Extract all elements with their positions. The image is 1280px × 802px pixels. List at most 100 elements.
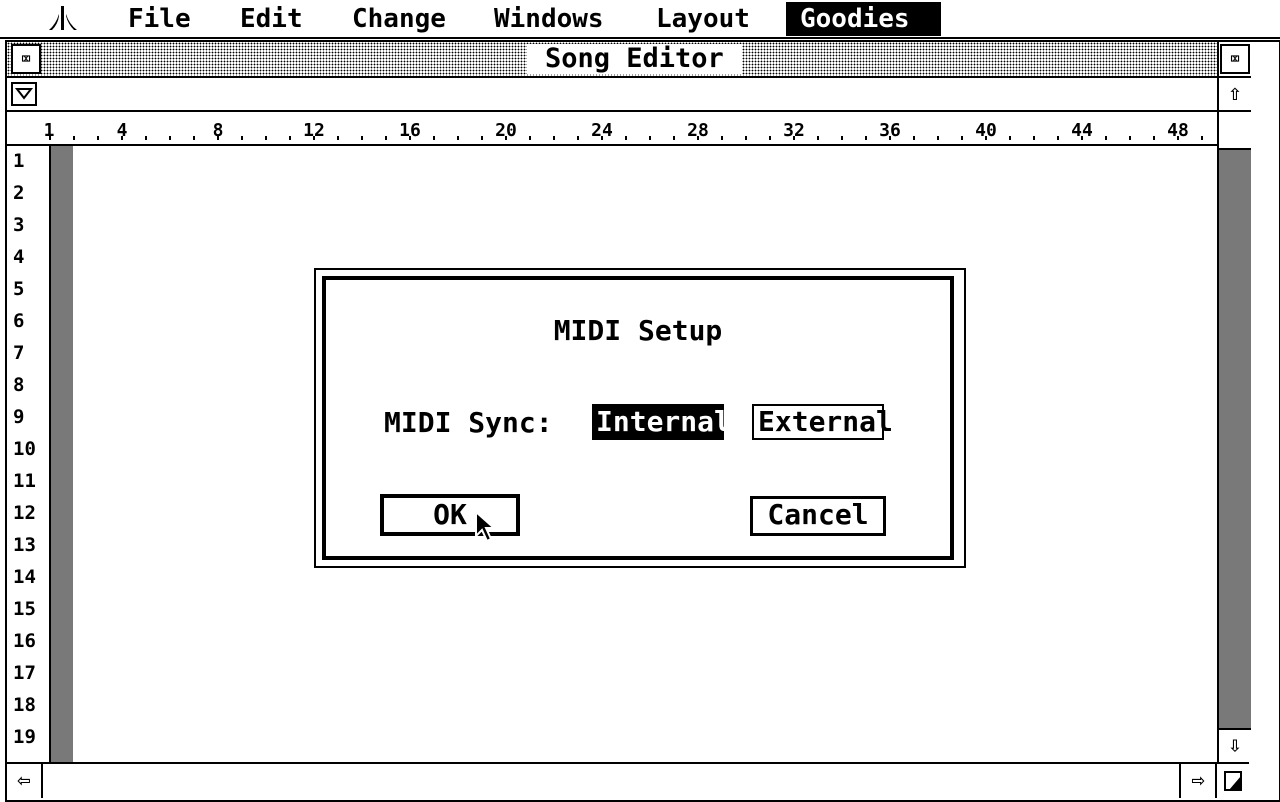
track-number[interactable]: 8 [7,374,55,396]
track-number[interactable]: 13 [7,534,55,556]
track-number[interactable]: 11 [7,470,55,492]
ruler-tick [73,136,75,140]
ruler-tick [1081,136,1083,140]
ruler-tick [1177,136,1179,140]
ruler-tick [337,136,339,140]
track-number[interactable]: 2 [7,182,55,204]
track-number[interactable]: 9 [7,406,55,428]
ruler-tick [313,136,315,140]
ruler-tick [841,136,843,140]
ruler-tick [145,136,147,140]
track-number[interactable]: 7 [7,342,55,364]
resize-icon[interactable] [1215,764,1251,798]
track-mute-strip[interactable] [51,146,73,762]
track-number[interactable]: 16 [7,630,55,652]
scroll-right-icon[interactable]: ⇨ [1179,764,1215,798]
midi-setup-dialog: MIDI Setup MIDI Sync: Internal External … [314,268,966,568]
ruler-tick [769,136,771,140]
ruler-tick [505,136,507,140]
track-number[interactable]: 12 [7,502,55,524]
scroll-down-icon[interactable]: ⇩ [1219,730,1251,762]
scroll-left-icon[interactable]: ⇦ [7,764,43,798]
ruler-tick [649,136,651,140]
horizontal-scrollbar[interactable]: ⇦ ⇨ [7,762,1249,798]
menu-file[interactable]: File [114,2,205,36]
ruler-tick [1033,136,1035,140]
ruler-tick [385,136,387,140]
ruler-tick [817,136,819,140]
cancel-button[interactable]: Cancel [750,496,886,536]
ruler-tick [241,136,243,140]
ruler-tick [625,136,627,140]
ruler-tick [937,136,939,140]
ruler-tick [49,136,51,140]
ruler-tick [457,136,459,140]
track-number[interactable]: 15 [7,598,55,620]
dropdown-triangle-icon[interactable] [11,82,37,106]
vertical-scroll-track[interactable] [1219,150,1251,728]
menu-change[interactable]: Change [338,2,460,36]
ruler-tick [913,136,915,140]
ruler-tick [697,136,699,140]
ruler-tick [1129,136,1131,140]
ruler-tick [889,136,891,140]
horizontal-scroll-thumb[interactable] [43,764,1179,798]
track-number[interactable]: 1 [7,150,55,172]
ruler-tick [793,136,795,140]
ruler-tick [409,136,411,140]
ruler-tick [433,136,435,140]
vertical-scrollbar[interactable]: ⌧ ⇧ ⇩ [1217,42,1251,764]
ruler-tick [1009,136,1011,140]
ruler-tick [577,136,579,140]
ruler-tick [961,136,963,140]
title-bar[interactable]: ⌧ Song Editor [7,42,1217,78]
close-icon[interactable]: ⌧ [11,44,41,74]
ruler-tick [289,136,291,140]
ruler-tick [865,136,867,140]
ruler-tick [601,136,603,140]
ruler-tick [121,136,123,140]
track-number[interactable]: 4 [7,246,55,268]
scroll-up-icon[interactable]: ⇧ [1219,78,1251,110]
ruler-tick [1105,136,1107,140]
menu-goodies[interactable]: Goodies [786,2,941,36]
ruler-tick [169,136,171,140]
dialog-title: MIDI Setup [553,314,723,347]
ruler-tick [481,136,483,140]
atari-logo-icon[interactable] [48,4,80,32]
bar-ruler[interactable]: 1 4 8 12 16 20 24 28 32 36 40 44 48 [7,112,1217,146]
ruler-tick [97,136,99,140]
ruler-tick [193,136,195,140]
track-number[interactable]: 14 [7,566,55,588]
track-number[interactable]: 5 [7,278,55,300]
ruler-tick [745,136,747,140]
track-number[interactable]: 3 [7,214,55,236]
ok-button[interactable]: OK [380,494,520,536]
mouse-pointer-icon [475,510,497,543]
menu-layout[interactable]: Layout [642,2,764,36]
ruler-tick [1153,136,1155,140]
ruler-tick [1057,136,1059,140]
sync-option-internal[interactable]: Internal [592,404,731,440]
track-number[interactable]: 18 [7,694,55,716]
ruler-tick [553,136,555,140]
dialog-frame: MIDI Setup MIDI Sync: Internal External … [322,276,954,560]
track-number[interactable]: 19 [7,726,55,748]
menu-bar: File Edit Change Windows Layout Goodies [0,0,1280,39]
info-line [7,78,1217,112]
ruler-tick [721,136,723,140]
ruler-tick [985,136,987,140]
track-number[interactable]: 17 [7,662,55,684]
fuller-icon[interactable]: ⌧ [1220,44,1250,74]
track-number[interactable]: 10 [7,438,55,460]
midi-sync-label: MIDI Sync: [384,406,553,439]
track-number[interactable]: 6 [7,310,55,332]
ruler-tick [673,136,675,140]
sync-option-external[interactable]: External [752,404,893,440]
window-title: Song Editor [527,44,742,74]
menu-edit[interactable]: Edit [226,2,317,36]
ruler-tick [217,136,219,140]
ruler-tick [529,136,531,140]
vertical-scroll-thumb[interactable] [1219,112,1251,148]
menu-windows[interactable]: Windows [480,2,618,36]
